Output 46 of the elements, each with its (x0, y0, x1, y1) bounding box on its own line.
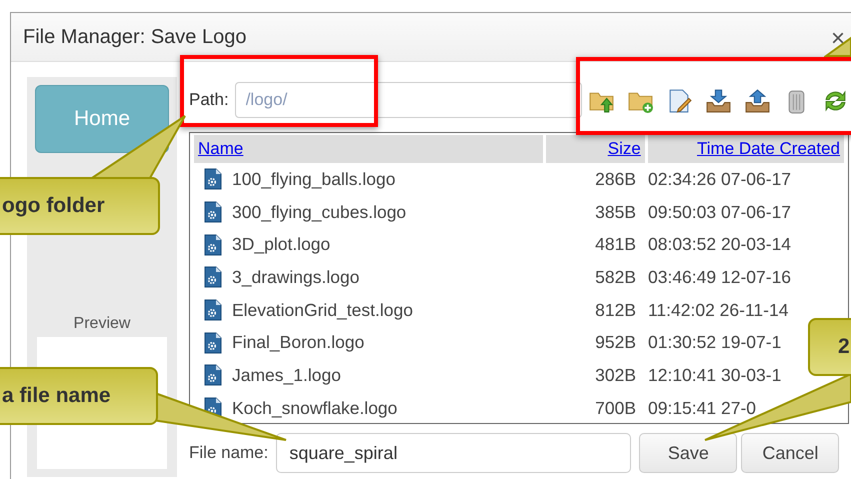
cancel-button[interactable]: Cancel (741, 433, 840, 473)
file-icon (204, 266, 222, 288)
size-cell-text: 952B (594, 332, 636, 354)
date-cell: 01:30:52 19-07-1 (648, 332, 782, 354)
inbox-upload-icon[interactable] (744, 86, 771, 114)
file-name-field[interactable]: square_spiral (276, 433, 632, 473)
callout-label: 2 (808, 318, 851, 376)
file-name-cell[interactable]: 3D_plot.logo (232, 234, 546, 256)
save-button[interactable]: Save (639, 433, 738, 473)
date-cell: 11:42:02 26-11-14 (648, 300, 788, 321)
file-icon (204, 364, 222, 386)
date-cell: 08:03:52 20-03-14 (648, 234, 792, 256)
column-header[interactable]: Size (546, 135, 645, 163)
path-label: Path: (189, 90, 229, 110)
file-name-cell[interactable]: 100_flying_balls.logo (232, 168, 546, 190)
callout-label: ogo folder (0, 177, 160, 235)
date-cell: 02:34:26 07-06-17 (648, 168, 792, 190)
file-icon (204, 234, 222, 256)
file-icon (204, 299, 222, 322)
file-name-cell[interactable]: James_1.logo (232, 364, 546, 386)
date-cell: 09:50:03 07-06-17 (648, 202, 792, 223)
size-cell-text: 481B (594, 234, 636, 256)
file-icon (204, 201, 222, 224)
size-cell-text: 302B (594, 364, 636, 386)
date-cell: 12:10:41 30-03-1 (648, 364, 782, 386)
preview-label: Preview (74, 315, 130, 333)
size-cell-text: 385B (594, 202, 636, 223)
file-name-cell[interactable]: ElevationGrid_test.logo (232, 300, 546, 321)
size-cell-text: 582B (594, 266, 636, 288)
file-name-label: File name: (189, 443, 268, 463)
date-cell: 03:46:49 12-07-16 (648, 266, 792, 288)
column-header[interactable]: Time Date Created (648, 135, 844, 163)
file-name-cell[interactable]: Koch_snowflake.logo (232, 398, 546, 419)
file-icon (204, 332, 222, 354)
size-cell-text: 700B (594, 398, 636, 419)
column-header[interactable]: Name (194, 135, 543, 163)
window-title: File Manager: Save Logo (23, 26, 246, 48)
inbox-download-icon[interactable] (705, 86, 732, 114)
size-cell-text: 286B (594, 168, 636, 190)
callout-label: a file name (0, 367, 158, 425)
date-cell: 09:15:41 27-0 (648, 398, 756, 419)
size-cell-text: 812B (594, 300, 636, 321)
file-name-cell[interactable]: Final_Boron.logo (232, 332, 546, 354)
file-name-cell[interactable]: 3_drawings.logo (232, 266, 546, 288)
file-icon (204, 168, 222, 190)
file-name-cell[interactable]: 300_flying_cubes.logo (232, 202, 546, 223)
